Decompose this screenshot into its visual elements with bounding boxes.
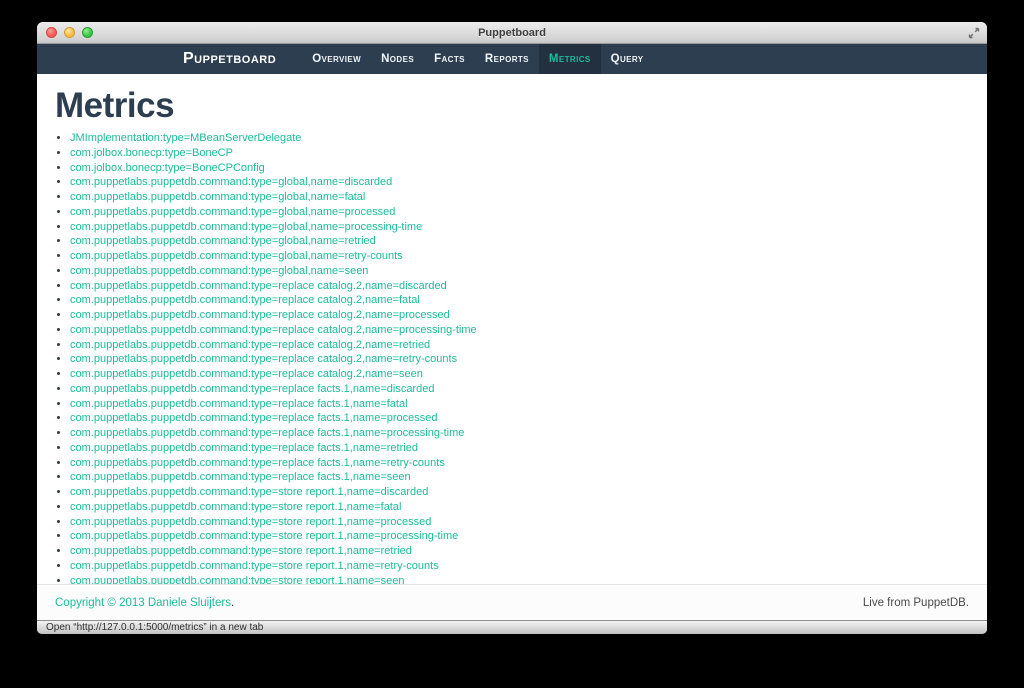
main-navbar: Puppetboard Overview Nodes Facts Reports Met…	[37, 44, 987, 74]
copyright-prefix: Copyright © 2013	[55, 596, 148, 609]
metric-list-item: com.puppetlabs.puppetdb.command:type=rep…	[70, 323, 987, 338]
copyright-author-link[interactable]: Daniele Sluijters	[148, 597, 231, 609]
metric-link[interactable]: com.puppetlabs.puppetdb.command:type=rep…	[70, 427, 464, 439]
metric-list-item: com.puppetlabs.puppetdb.command:type=rep…	[70, 456, 987, 471]
metric-list-item: com.puppetlabs.puppetdb.command:type=rep…	[70, 426, 987, 441]
metric-link[interactable]: com.jolbox.bonecp:type=BoneCP	[70, 147, 233, 159]
metric-link[interactable]: com.puppetlabs.puppetdb.command:type=glo…	[70, 250, 403, 262]
metric-link[interactable]: com.puppetlabs.puppetdb.command:type=rep…	[70, 383, 434, 395]
metric-list-item: com.puppetlabs.puppetdb.command:type=sto…	[70, 485, 987, 500]
metric-list-item: com.puppetlabs.puppetdb.command:type=rep…	[70, 411, 987, 426]
metric-list-item: com.puppetlabs.puppetdb.command:type=rep…	[70, 352, 987, 367]
metric-link[interactable]: com.puppetlabs.puppetdb.command:type=rep…	[70, 442, 418, 454]
metric-list-item: com.puppetlabs.puppetdb.command:type=rep…	[70, 397, 987, 412]
metric-list-item: JMImplementation:type=MBeanServerDelegat…	[70, 131, 987, 146]
app-window: Puppetboard Puppetboard Overview Nodes Fac…	[37, 22, 987, 634]
window-title: Puppetboard	[478, 26, 546, 39]
metric-list-item: com.puppetlabs.puppetdb.command:type=rep…	[70, 279, 987, 294]
metric-link[interactable]: com.puppetlabs.puppetdb.command:type=glo…	[70, 206, 395, 218]
metric-list-item: com.puppetlabs.puppetdb.command:type=rep…	[70, 382, 987, 397]
metric-link[interactable]: com.puppetlabs.puppetdb.command:type=rep…	[70, 368, 423, 380]
metric-link[interactable]: JMImplementation:type=MBeanServerDelegat…	[70, 132, 301, 144]
metric-link[interactable]: com.puppetlabs.puppetdb.command:type=rep…	[70, 457, 445, 469]
metric-list-item: com.puppetlabs.puppetdb.command:type=rep…	[70, 367, 987, 382]
metrics-list: JMImplementation:type=MBeanServerDelegat…	[37, 131, 987, 584]
metric-link[interactable]: com.puppetlabs.puppetdb.command:type=sto…	[70, 560, 439, 572]
metric-link[interactable]: com.puppetlabs.puppetdb.command:type=glo…	[70, 221, 422, 233]
metric-list-item: com.puppetlabs.puppetdb.command:type=rep…	[70, 470, 987, 485]
metric-list-item: com.puppetlabs.puppetdb.command:type=glo…	[70, 175, 987, 190]
metric-link[interactable]: com.puppetlabs.puppetdb.command:type=sto…	[70, 575, 405, 585]
metric-link[interactable]: com.puppetlabs.puppetdb.command:type=rep…	[70, 412, 438, 424]
metric-link[interactable]: com.puppetlabs.puppetdb.command:type=rep…	[70, 339, 430, 351]
navbar-brand[interactable]: Puppetboard	[183, 44, 288, 74]
metric-link[interactable]: com.puppetlabs.puppetdb.command:type=rep…	[70, 309, 450, 321]
metric-list-item: com.puppetlabs.puppetdb.command:type=glo…	[70, 220, 987, 235]
metric-link[interactable]: com.puppetlabs.puppetdb.command:type=glo…	[70, 176, 392, 188]
metric-list-item: com.puppetlabs.puppetdb.command:type=sto…	[70, 500, 987, 515]
nav-item-query[interactable]: Query	[601, 44, 654, 74]
metric-link[interactable]: com.puppetlabs.puppetdb.command:type=rep…	[70, 280, 447, 292]
browser-status-bar: Open “http://127.0.0.1:5000/metrics” in …	[37, 620, 987, 634]
metric-list-item: com.puppetlabs.puppetdb.command:type=rep…	[70, 293, 987, 308]
metric-link[interactable]: com.puppetlabs.puppetdb.command:type=rep…	[70, 398, 408, 410]
metric-link[interactable]: com.puppetlabs.puppetdb.command:type=sto…	[70, 486, 428, 498]
nav-item-reports[interactable]: Reports	[475, 44, 539, 74]
nav-item-overview[interactable]: Overview	[302, 44, 371, 74]
metric-list-item: com.puppetlabs.puppetdb.command:type=rep…	[70, 338, 987, 353]
fullscreen-diagonal-arrows-icon[interactable]	[967, 26, 980, 39]
metric-list-item: com.puppetlabs.puppetdb.command:type=sto…	[70, 515, 987, 530]
metric-list-item: com.puppetlabs.puppetdb.command:type=sto…	[70, 529, 987, 544]
metric-list-item: com.puppetlabs.puppetdb.command:type=glo…	[70, 205, 987, 220]
metric-link[interactable]: com.puppetlabs.puppetdb.command:type=sto…	[70, 501, 401, 513]
metric-link[interactable]: com.puppetlabs.puppetdb.command:type=glo…	[70, 265, 368, 277]
window-titlebar: Puppetboard	[37, 22, 987, 44]
metric-link[interactable]: com.puppetlabs.puppetdb.command:type=glo…	[70, 191, 365, 203]
live-from-puppetdb-text: Live from PuppetDB.	[862, 596, 969, 609]
nav-items: Overview Nodes Facts Reports Metrics Query	[302, 44, 653, 74]
metric-link[interactable]: com.puppetlabs.puppetdb.command:type=sto…	[70, 545, 412, 557]
metric-link[interactable]: com.puppetlabs.puppetdb.command:type=rep…	[70, 324, 477, 336]
copyright-period: .	[230, 596, 235, 609]
metric-link[interactable]: com.puppetlabs.puppetdb.command:type=glo…	[70, 235, 376, 247]
metric-list-item: com.jolbox.bonecp:type=BoneCPConfig	[70, 161, 987, 176]
main-content: Metrics JMImplementation:type=MBeanServe…	[37, 74, 987, 584]
nav-item-nodes[interactable]: Nodes	[371, 44, 424, 74]
metric-list-item: com.puppetlabs.puppetdb.command:type=sto…	[70, 544, 987, 559]
metric-list-item: com.puppetlabs.puppetdb.command:type=sto…	[70, 574, 987, 585]
metric-list-item: com.puppetlabs.puppetdb.command:type=glo…	[70, 190, 987, 205]
metric-list-item: com.puppetlabs.puppetdb.command:type=rep…	[70, 441, 987, 456]
nav-item-facts[interactable]: Facts	[424, 44, 475, 74]
page-footer: Copyright © 2013 Daniele Sluijters. Live…	[37, 584, 987, 620]
metric-list-item: com.puppetlabs.puppetdb.command:type=glo…	[70, 234, 987, 249]
copyright-text: Copyright © 2013 Daniele Sluijters.	[55, 597, 234, 609]
metric-link[interactable]: com.puppetlabs.puppetdb.command:type=sto…	[70, 516, 431, 528]
page-title: Metrics	[55, 86, 175, 125]
metric-list-item: com.puppetlabs.puppetdb.command:type=glo…	[70, 264, 987, 279]
metric-list-item: com.puppetlabs.puppetdb.command:type=rep…	[70, 308, 987, 323]
metric-list-item: com.jolbox.bonecp:type=BoneCP	[70, 146, 987, 161]
metric-link[interactable]: com.puppetlabs.puppetdb.command:type=rep…	[70, 294, 420, 306]
metric-link[interactable]: com.puppetlabs.puppetdb.command:type=rep…	[70, 471, 411, 483]
metric-list-item: com.puppetlabs.puppetdb.command:type=sto…	[70, 559, 987, 574]
nav-item-metrics[interactable]: Metrics	[538, 44, 601, 74]
metric-list-item: com.puppetlabs.puppetdb.command:type=glo…	[70, 249, 987, 264]
metric-link[interactable]: com.jolbox.bonecp:type=BoneCPConfig	[70, 162, 265, 174]
metric-link[interactable]: com.puppetlabs.puppetdb.command:type=rep…	[70, 353, 457, 365]
metric-link[interactable]: com.puppetlabs.puppetdb.command:type=sto…	[70, 530, 458, 542]
status-bar-text: Open “http://127.0.0.1:5000/metrics” in …	[46, 622, 264, 633]
